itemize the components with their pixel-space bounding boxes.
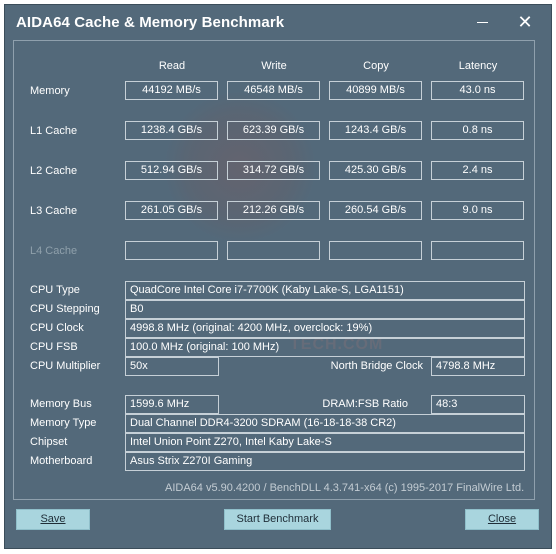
cpu-type-label: CPU Type xyxy=(30,284,80,296)
cpu-multiplier-field: 50x xyxy=(125,357,219,376)
minimize-icon xyxy=(476,22,488,24)
cpu-clock-field: 4998.8 MHz (original: 4200 MHz, overcloc… xyxy=(125,319,525,338)
row-label-l4-cache: L4 Cache xyxy=(30,245,78,257)
memory-type-label: Memory Type xyxy=(30,417,97,429)
cpu-type-field: QuadCore Intel Core i7-7700K (Kaby Lake-… xyxy=(125,281,525,300)
memory-write-value: 46548 MB/s xyxy=(227,81,320,100)
motherboard-field: Asus Strix Z270I Gaming xyxy=(125,452,525,471)
close-window-button[interactable]: ✕ xyxy=(510,9,540,35)
save-button-label: Save xyxy=(40,513,66,525)
memory-latency-value: 43.0 ns xyxy=(431,81,524,100)
memory-bus-field: 1599.6 MHz xyxy=(125,395,219,414)
cpu-fsb-label: CPU FSB xyxy=(30,341,78,353)
l2-latency-value: 2.4 ns xyxy=(431,161,524,180)
cpu-fsb-field: 100.0 MHz (original: 100 MHz) xyxy=(125,338,525,357)
close-button-label: Close xyxy=(487,513,517,525)
l1-copy-value: 1243.4 GB/s xyxy=(329,121,422,140)
minimize-button[interactable] xyxy=(467,9,497,35)
motherboard-label: Motherboard xyxy=(30,455,93,467)
l4-latency-value xyxy=(431,241,524,260)
row-label-l1-cache: L1 Cache xyxy=(30,125,78,137)
start-benchmark-button[interactable]: Start Benchmark xyxy=(224,509,331,530)
l2-write-value: 314.72 GB/s xyxy=(227,161,320,180)
l2-copy-value: 425.30 GB/s xyxy=(329,161,422,180)
memory-copy-value: 40899 MB/s xyxy=(329,81,422,100)
memory-bus-label: Memory Bus xyxy=(30,398,92,410)
l3-copy-value: 260.54 GB/s xyxy=(329,201,422,220)
row-label-l2-cache: L2 Cache xyxy=(30,165,78,177)
close-icon: ✕ xyxy=(517,12,533,32)
window-title: AIDA64 Cache & Memory Benchmark xyxy=(16,14,285,31)
memory-type-field: Dual Channel DDR4-3200 SDRAM (16-18-18-3… xyxy=(125,414,525,433)
column-header-latency: Latency xyxy=(458,60,498,72)
l1-latency-value: 0.8 ns xyxy=(431,121,524,140)
close-button[interactable]: Close xyxy=(465,509,539,530)
cpu-clock-label: CPU Clock xyxy=(30,322,84,334)
l4-copy-value xyxy=(329,241,422,260)
north-bridge-clock-label: North Bridge Clock xyxy=(330,360,423,372)
l3-read-value: 261.05 GB/s xyxy=(125,201,218,220)
column-header-copy: Copy xyxy=(363,60,389,72)
l4-read-value xyxy=(125,241,218,260)
chipset-label: Chipset xyxy=(30,436,68,448)
column-header-write: Write xyxy=(261,60,287,72)
north-bridge-clock-field: 4798.8 MHz xyxy=(431,357,525,376)
save-button[interactable]: Save xyxy=(16,509,90,530)
cpu-stepping-label: CPU Stepping xyxy=(30,303,100,315)
l3-write-value: 212.26 GB/s xyxy=(227,201,320,220)
l1-read-value: 1238.4 GB/s xyxy=(125,121,218,140)
l3-latency-value: 9.0 ns xyxy=(431,201,524,220)
cpu-multiplier-label: CPU Multiplier xyxy=(30,360,101,372)
chipset-field: Intel Union Point Z270, Intel Kaby Lake-… xyxy=(125,433,525,452)
row-label-l3-cache: L3 Cache xyxy=(30,205,78,217)
l2-read-value: 512.94 GB/s xyxy=(125,161,218,180)
title-bar[interactable]: AIDA64 Cache & Memory Benchmark ✕ xyxy=(5,5,551,41)
version-info: AIDA64 v5.90.4200 / BenchDLL 4.3.741-x64… xyxy=(165,482,525,494)
cpu-stepping-field: B0 xyxy=(125,300,525,319)
memory-read-value: 44192 MB/s xyxy=(125,81,218,100)
dram-fsb-ratio-field: 48:3 xyxy=(431,395,525,414)
dram-fsb-ratio-label: DRAM:FSB Ratio xyxy=(322,398,408,410)
l4-write-value xyxy=(227,241,320,260)
row-label-memory: Memory xyxy=(30,85,70,97)
start-benchmark-label: Start Benchmark xyxy=(236,513,319,525)
column-header-read: Read xyxy=(158,60,186,72)
l1-write-value: 623.39 GB/s xyxy=(227,121,320,140)
